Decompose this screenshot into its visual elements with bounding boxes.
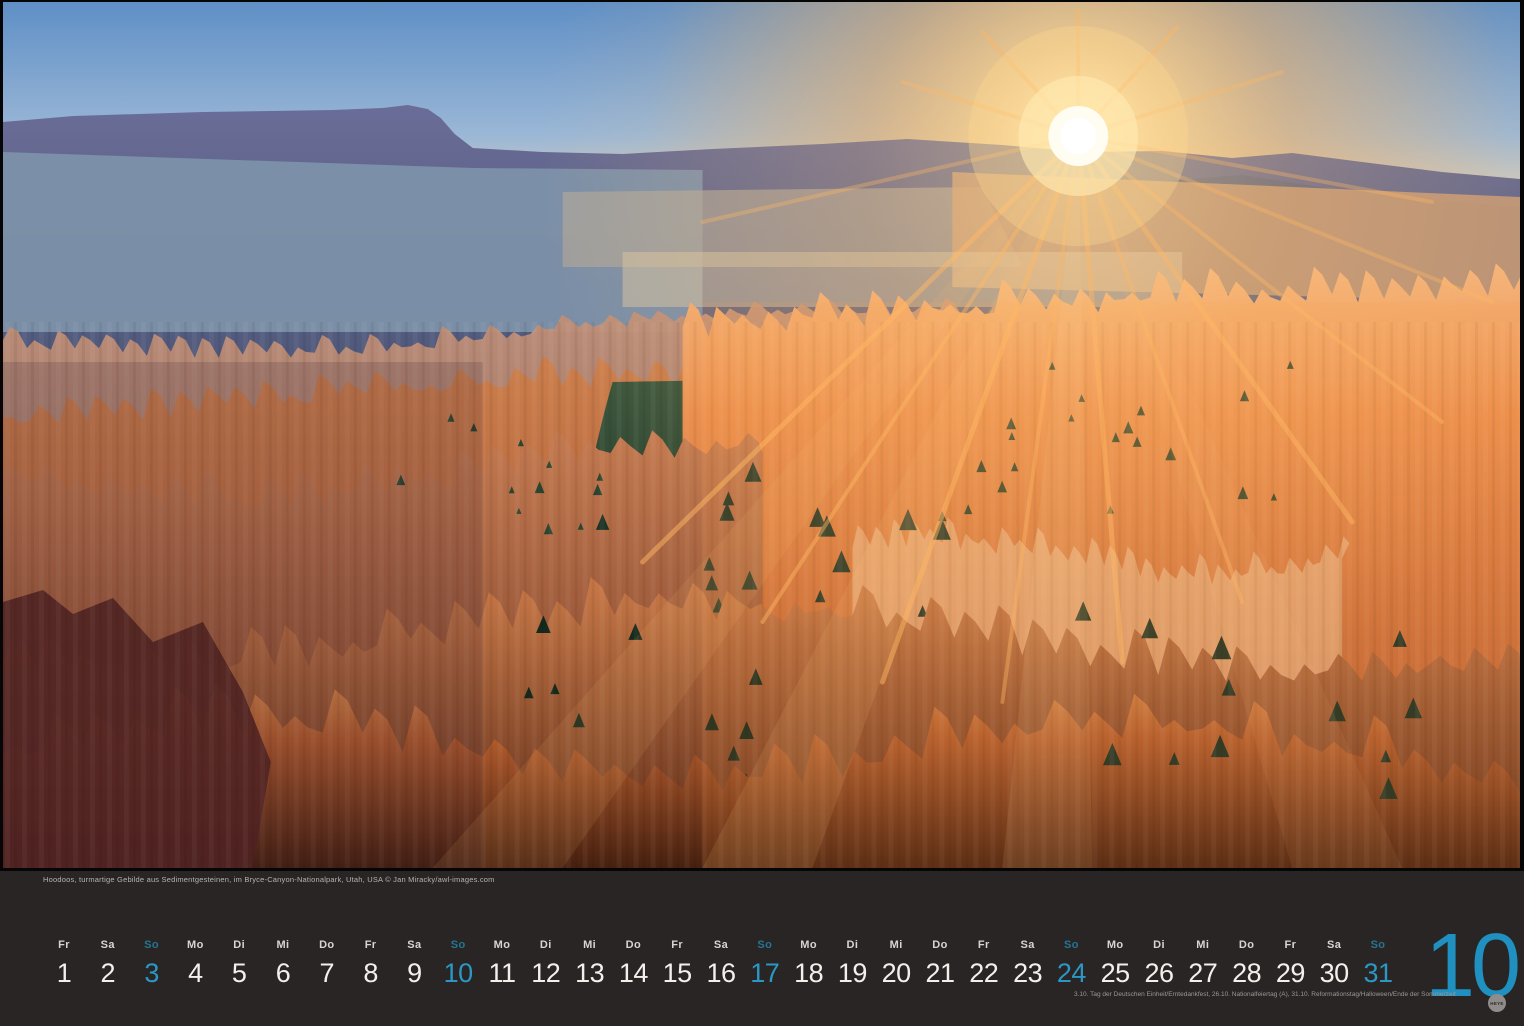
calendar-page: Hoodoos, turmartige Gebilde aus Sediment… bbox=[0, 0, 1524, 1026]
heye-logo-label: HEYE bbox=[1490, 1001, 1503, 1006]
weekday-label: So bbox=[1343, 939, 1413, 951]
holidays-note: 3.10. Tag der Deutschen Einheit/Erntedan… bbox=[1074, 991, 1494, 998]
calendar-strip: Fr 1 Sa 2 So 3 Mo 4 Di 5 Mi 6 Do 7 Fr 8 … bbox=[0, 0, 1524, 1026]
date-number: 31 bbox=[1343, 958, 1413, 989]
heye-logo: HEYE bbox=[1488, 994, 1506, 1012]
calendar-day-31: So 31 bbox=[1343, 939, 1413, 989]
